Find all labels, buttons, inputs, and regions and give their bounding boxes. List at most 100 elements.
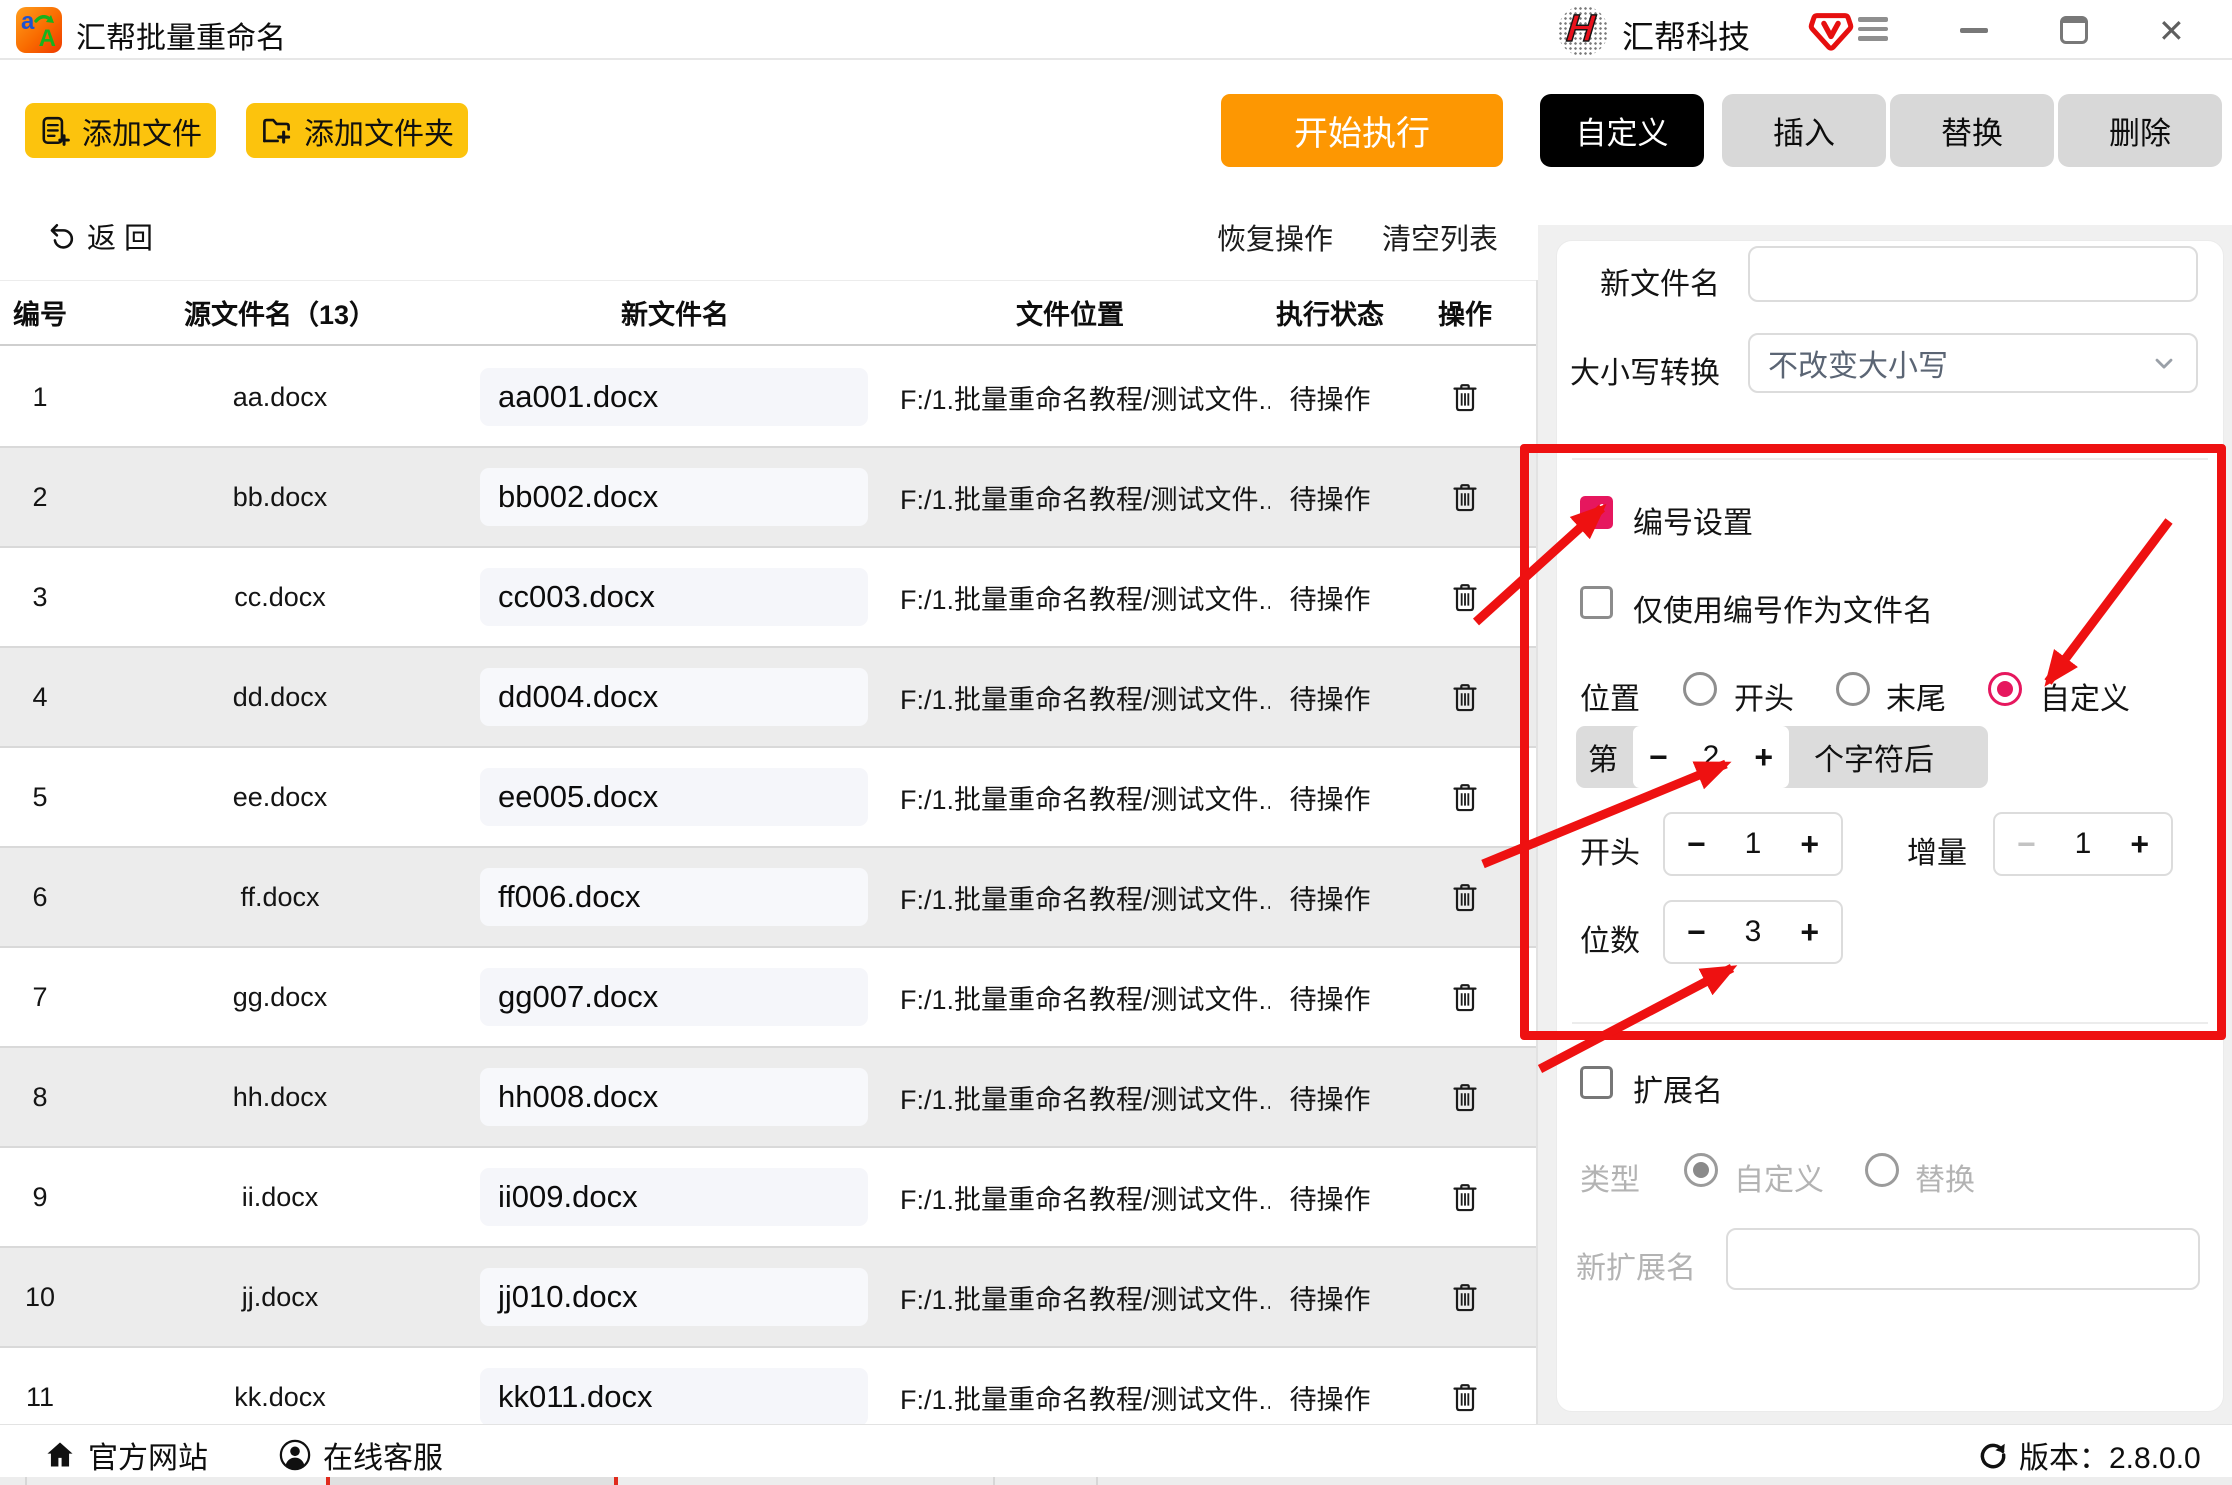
tab-insert[interactable]: 插入 (1722, 94, 1886, 167)
delete-row-button[interactable] (1390, 1181, 1540, 1213)
ext-type-radio-replace[interactable] (1865, 1153, 1899, 1187)
progress-thumb (330, 1477, 614, 1485)
start-execute-button[interactable]: 开始执行 (1221, 94, 1503, 167)
char-position-control: 第 − 2 + 个字符后 (1576, 726, 1988, 788)
row-number: 6 (0, 882, 80, 913)
position-radio-end[interactable] (1836, 672, 1870, 706)
status-text: 待操作 (1270, 578, 1390, 617)
digits-plus-button[interactable]: + (1800, 916, 1819, 948)
new-filename-input[interactable]: gg007.docx (480, 968, 868, 1026)
delete-row-button[interactable] (1390, 481, 1540, 513)
new-filename-input[interactable]: ee005.docx (480, 768, 868, 826)
back-button[interactable]: 返 回 (47, 216, 153, 256)
increment-minus-button[interactable]: − (2017, 828, 2036, 860)
numbering-checkbox[interactable]: ✓ (1580, 496, 1613, 529)
char-after-value[interactable]: 2 (1703, 740, 1720, 774)
digits-label: 位数 (1580, 916, 1640, 960)
source-filename: ee.docx (80, 782, 480, 813)
app-window: a A 汇帮批量重命名 H 汇帮科技 ✕ 添加文件 (0, 0, 2232, 1485)
person-icon (279, 1439, 311, 1471)
tab-delete[interactable]: 删除 (2058, 94, 2222, 167)
table-row: 9 ii.docx ii009.docx F:/1.批量重命名教程/测试文件..… (0, 1148, 1540, 1248)
new-filename-input[interactable]: ii009.docx (480, 1168, 868, 1226)
row-number: 2 (0, 482, 80, 513)
add-folder-icon (260, 114, 293, 147)
new-filename-field[interactable] (1748, 246, 2198, 302)
extension-checkbox[interactable] (1580, 1066, 1613, 1099)
clear-list-button[interactable]: 清空列表 (1382, 216, 1498, 258)
numbering-label: 编号设置 (1633, 498, 1753, 542)
new-filename-input[interactable]: jj010.docx (480, 1268, 868, 1326)
char-after-stepper: − 2 + (1633, 726, 1789, 788)
online-support-button[interactable]: 在线客服 (279, 1433, 443, 1477)
new-filename-label: 新文件名 (1556, 259, 1720, 303)
new-filename-input[interactable]: cc003.docx (480, 568, 868, 626)
trash-icon (1450, 481, 1480, 513)
delete-row-button[interactable] (1390, 581, 1540, 613)
ext-type-radio-custom[interactable] (1684, 1153, 1718, 1187)
minimize-icon[interactable] (1960, 28, 1988, 33)
file-path: F:/1.批量重命名教程/测试文件... (870, 1278, 1270, 1317)
new-filename-input[interactable]: hh008.docx (480, 1068, 868, 1126)
char-after-minus-button[interactable]: − (1649, 741, 1668, 773)
add-file-button[interactable]: 添加文件 (25, 103, 216, 158)
home-icon (44, 1439, 76, 1471)
increment-plus-button[interactable]: + (2130, 828, 2149, 860)
tab-custom[interactable]: 自定义 (1540, 94, 1704, 167)
menu-icon[interactable] (1858, 17, 1890, 43)
table-header: 编号 源文件名（13） 新文件名 文件位置 执行状态 操作 (0, 280, 1540, 346)
source-filename: ff.docx (80, 882, 480, 913)
new-extension-field[interactable] (1726, 1228, 2200, 1290)
huibang-logo-icon: H (1558, 6, 1608, 56)
row-number: 10 (0, 1282, 80, 1313)
restore-action-button[interactable]: 恢复操作 (1217, 216, 1333, 258)
official-site-button[interactable]: 官方网站 (44, 1433, 208, 1477)
version-info[interactable]: 版本：2.8.0.0 (1977, 1433, 2201, 1477)
status-text: 待操作 (1270, 1178, 1390, 1217)
digits-minus-button[interactable]: − (1687, 916, 1706, 948)
row-number: 8 (0, 1082, 80, 1113)
delete-row-button[interactable] (1390, 681, 1540, 713)
col-operation: 操作 (1390, 293, 1540, 332)
trash-icon (1450, 681, 1480, 713)
delete-row-button[interactable] (1390, 881, 1540, 913)
start-plus-button[interactable]: + (1800, 828, 1819, 860)
status-text: 待操作 (1270, 1378, 1390, 1417)
delete-row-button[interactable] (1390, 381, 1540, 413)
trash-icon (1450, 781, 1480, 813)
increment-value[interactable]: 1 (2075, 827, 2092, 861)
position-radio-custom[interactable] (1988, 672, 2022, 706)
position-custom-label: 自定义 (2040, 674, 2130, 718)
position-radio-start[interactable] (1683, 672, 1717, 706)
delete-row-button[interactable] (1390, 781, 1540, 813)
row-number: 7 (0, 982, 80, 1013)
table-row: 8 hh.docx hh008.docx F:/1.批量重命名教程/测试文件..… (0, 1048, 1540, 1148)
app-logo-icon: a A (16, 7, 62, 53)
add-folder-button[interactable]: 添加文件夹 (246, 103, 468, 158)
new-filename-input[interactable]: aa001.docx (480, 368, 868, 426)
delete-row-button[interactable] (1390, 1081, 1540, 1113)
new-filename-input[interactable]: dd004.docx (480, 668, 868, 726)
maximize-icon[interactable] (2060, 16, 2088, 44)
delete-row-button[interactable] (1390, 1381, 1540, 1413)
add-folder-label: 添加文件夹 (304, 109, 454, 153)
close-icon[interactable]: ✕ (2158, 12, 2185, 50)
add-file-icon (39, 115, 71, 147)
delete-row-button[interactable] (1390, 981, 1540, 1013)
start-minus-button[interactable]: − (1687, 828, 1706, 860)
position-start-label: 开头 (1734, 674, 1794, 718)
start-number-value[interactable]: 1 (1745, 827, 1762, 861)
new-filename-input[interactable]: ff006.docx (480, 868, 868, 926)
ext-type-replace-label: 替换 (1915, 1155, 1975, 1199)
char-after-plus-button[interactable]: + (1754, 741, 1773, 773)
window-title: 汇帮批量重命名 (76, 13, 286, 57)
trash-icon (1450, 381, 1480, 413)
new-filename-input[interactable]: kk011.docx (480, 1368, 868, 1424)
delete-row-button[interactable] (1390, 1281, 1540, 1313)
case-convert-select[interactable]: 不改变大小写 (1748, 333, 2198, 393)
digits-value[interactable]: 3 (1745, 915, 1762, 949)
new-filename-input[interactable]: bb002.docx (480, 468, 868, 526)
tab-replace[interactable]: 替换 (1890, 94, 2054, 167)
char-after-prefix: 第 (1588, 735, 1618, 779)
only-number-checkbox[interactable] (1580, 586, 1613, 619)
